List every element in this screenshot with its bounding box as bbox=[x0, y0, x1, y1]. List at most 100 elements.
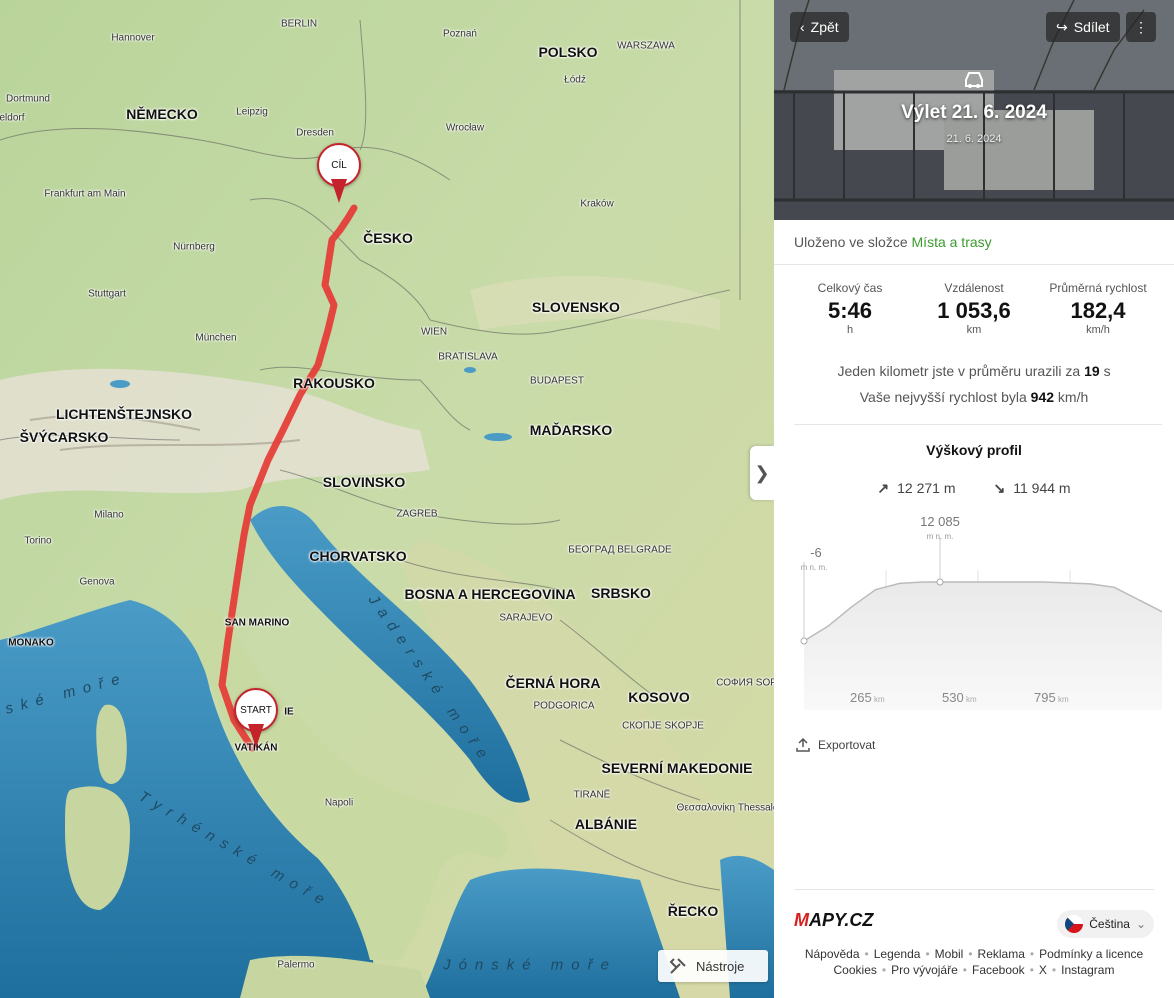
saved-prefix: Uloženo ve složce bbox=[794, 234, 908, 250]
country-label: ŠVÝCARSKO bbox=[19, 429, 109, 445]
saved-folder-info: Uloženo ve složce Místa a trasy bbox=[774, 220, 1174, 265]
fact-value: 19 bbox=[1084, 363, 1100, 379]
separator: • bbox=[1029, 947, 1035, 961]
country-label: ALBÁNIE bbox=[574, 816, 638, 832]
footer-link[interactable]: Cookies bbox=[834, 963, 877, 977]
stat-label: Průměrná rychlost bbox=[1049, 281, 1147, 295]
stat-unit: km bbox=[966, 324, 982, 336]
stat-unit: h bbox=[846, 324, 854, 336]
country-label: BOSNA A HERCEGOVINA bbox=[404, 586, 576, 602]
more-button[interactable]: ⋮ bbox=[1126, 12, 1156, 42]
language-select[interactable]: Čeština ⌄ bbox=[1057, 910, 1154, 938]
distance-tick-label: 795 bbox=[1034, 690, 1056, 705]
city-label: Napoli bbox=[324, 797, 354, 809]
city-label: Kraków bbox=[580, 198, 614, 210]
city-label: ZAGREB bbox=[396, 508, 438, 520]
city-label: BERLIN bbox=[280, 18, 318, 30]
min-marker bbox=[800, 637, 808, 645]
city-label: BUDAPEST bbox=[530, 375, 584, 387]
separator: • bbox=[968, 947, 973, 961]
city-label: СКОПЈЕ SKOPJE bbox=[622, 720, 704, 732]
ascent-value: 12 271 m bbox=[897, 480, 956, 496]
city-label: Nürnberg bbox=[173, 241, 215, 253]
map-view[interactable]: NĚMECKO POLSKO ČESKO SLOVENSKO RAKOUSKO MAĎAR… bbox=[0, 0, 774, 998]
fact-unit: s bbox=[1103, 363, 1111, 379]
country-label: SLOVENSKO bbox=[532, 299, 620, 315]
hero-photo: ‹ Zpět ↪ Sdílet ⋮ Výlet 21. 6. 2024 21. 6.… bbox=[774, 0, 1174, 220]
stat-value: 1 053,6 bbox=[937, 298, 1011, 323]
fact-text: Jeden kilometr jste v průměru urazili za bbox=[837, 363, 1081, 379]
map-terrain bbox=[0, 0, 774, 998]
panel-toggle-button[interactable]: ❯ bbox=[750, 446, 774, 500]
country-label: POLSKO bbox=[538, 44, 598, 60]
footer-link[interactable]: Pro vývojáře bbox=[891, 963, 958, 977]
separator: • bbox=[1051, 963, 1057, 977]
fact-unit: km/h bbox=[1057, 389, 1089, 405]
start-pin[interactable]: START bbox=[234, 688, 278, 750]
footer-link[interactable]: X bbox=[1039, 963, 1047, 977]
czech-flag-icon bbox=[1065, 915, 1084, 933]
footer-link[interactable]: Podmínky a licence bbox=[1039, 947, 1143, 961]
city-label: Dortmund bbox=[6, 93, 50, 105]
descent-value: 11 944 m bbox=[1013, 480, 1071, 496]
country-label: NĚMECKO bbox=[126, 106, 198, 122]
country-label: CHORVATSKO bbox=[309, 548, 407, 564]
stat-value: 182,4 bbox=[1070, 298, 1126, 323]
city-label: München bbox=[195, 332, 237, 344]
city-label: Wrocław bbox=[445, 122, 485, 134]
tools-button[interactable]: Nástroje bbox=[658, 950, 768, 982]
country-label: ČESKO bbox=[363, 230, 413, 246]
country-label: SLOVINSKO bbox=[322, 474, 406, 490]
city-label: Θεσσαλονίκη Thessaloniki bbox=[676, 802, 774, 814]
trip-date: 21. 6. 2024 bbox=[946, 133, 1002, 145]
stat-value: 5:46 bbox=[827, 298, 873, 323]
distance-tick-unit: km bbox=[1058, 695, 1069, 704]
footer-link[interactable]: Facebook bbox=[972, 963, 1025, 977]
city-label: Stuttgart bbox=[88, 288, 126, 300]
car-icon bbox=[965, 72, 983, 88]
separator: • bbox=[962, 963, 967, 977]
footer: MAPY.CZ Čeština ⌄ Nápověda • Legenda • Mobil… bbox=[794, 889, 1154, 977]
min-value: -6 bbox=[810, 545, 822, 560]
elevation-chart[interactable]: 12 085 m n. m. -6 m n. m. 265 km 530 km 795 k… bbox=[794, 510, 1162, 715]
elevation-summary: ↗ 12 271 m ↘ 11 944 m bbox=[774, 480, 1174, 497]
footer-link[interactable]: Nápověda bbox=[805, 947, 860, 961]
footer-link[interactable]: Instagram bbox=[1061, 963, 1114, 977]
trip-title: Výlet 21. 6. 2024 bbox=[901, 102, 1047, 123]
tools-label: Nástroje bbox=[696, 958, 745, 974]
stat-unit: km/h bbox=[1086, 324, 1110, 336]
fact-km-time: Jeden kilometr jste v průměru urazili za… bbox=[774, 358, 1174, 384]
footer-link[interactable]: Reklama bbox=[978, 947, 1025, 961]
distance-tick-label: 530 bbox=[942, 690, 964, 705]
route-panel: ‹ Zpět ↪ Sdílet ⋮ Výlet 21. 6. 2024 21. 6.… bbox=[774, 0, 1174, 998]
fact-max-speed: Vaše nejvyšší rychlost byla 942 km/h bbox=[774, 384, 1174, 410]
city-label: Milano bbox=[94, 509, 124, 521]
stat-label: Celkový čas bbox=[817, 281, 883, 295]
max-marker bbox=[936, 578, 944, 586]
distance-tick-unit: km bbox=[874, 695, 885, 704]
city-label: Frankfurt am Main bbox=[44, 188, 126, 200]
separator: • bbox=[925, 947, 930, 961]
footer-link[interactable]: Legenda bbox=[874, 947, 921, 961]
elevation-profile-title: Výškový profil bbox=[926, 442, 1022, 458]
share-button[interactable]: ↪ Sdílet bbox=[1046, 12, 1120, 42]
city-label: TIRANË bbox=[573, 789, 611, 801]
fact-text: Vaše nejvyšší rychlost byla bbox=[859, 389, 1027, 405]
export-button[interactable]: Exportovat bbox=[796, 738, 875, 752]
saved-folder-link[interactable]: Místa a trasy bbox=[912, 234, 992, 250]
arrow-down-right-icon: ↘ bbox=[993, 480, 1006, 496]
city-label: Torino bbox=[24, 535, 52, 547]
footer-link[interactable]: Mobil bbox=[935, 947, 964, 961]
finish-pin[interactable]: CÍL bbox=[317, 143, 361, 205]
mapy-logo[interactable]: MAPY.CZ bbox=[794, 910, 873, 931]
city-label: WARSZAWA bbox=[617, 40, 675, 52]
back-button[interactable]: ‹ Zpět bbox=[790, 12, 849, 42]
separator: • bbox=[881, 963, 887, 977]
divider bbox=[794, 424, 1162, 425]
city-label: Dresden bbox=[296, 127, 334, 139]
distance-tick-label: 265 bbox=[850, 690, 872, 705]
max-value: 12 085 bbox=[920, 514, 960, 529]
city-label: eldorf bbox=[0, 112, 25, 124]
country-label: MONAKO bbox=[8, 637, 54, 649]
country-label: IE bbox=[284, 706, 294, 718]
